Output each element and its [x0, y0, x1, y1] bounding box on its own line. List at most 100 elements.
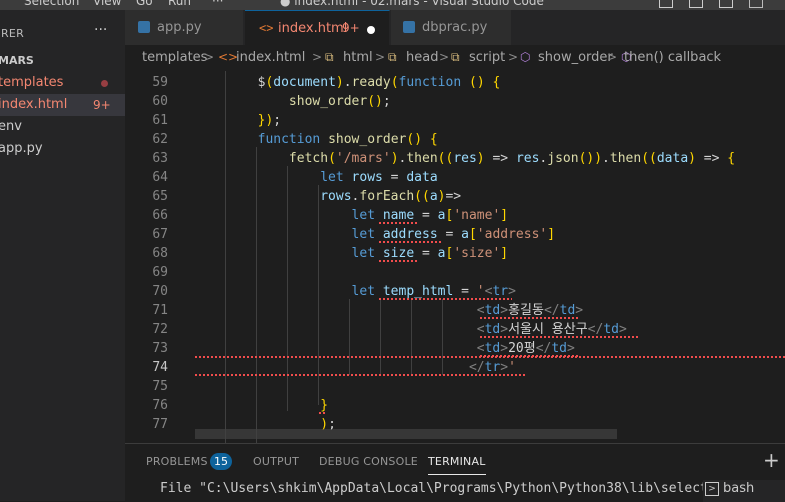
editor-tabs: app.py <> index.html 9+ dbprac.py: [125, 10, 785, 46]
sidebar-item-templates[interactable]: templates: [0, 72, 125, 94]
line-number: 64: [152, 170, 168, 185]
line-number: 77: [152, 417, 168, 432]
shell-label: bash: [723, 481, 755, 496]
error-squiggle: [379, 222, 419, 224]
tab-label: dbprac.py: [422, 20, 488, 35]
tab-output[interactable]: OUTPUT: [253, 455, 299, 468]
new-terminal-plus-icon[interactable]: +: [763, 448, 780, 472]
tab-label: app.py: [157, 20, 202, 35]
explorer-sidebar: ORER ··· MARS templates index.html 9+ en…: [0, 10, 125, 501]
breadcrumb-show-order[interactable]: show_order: [538, 50, 613, 65]
code-line: function show_order() {: [257, 132, 438, 147]
sidebar-item-label: env: [0, 119, 22, 134]
breadcrumb-index-html[interactable]: index.html: [236, 50, 305, 65]
code-line: $(document).ready(function () {: [195, 75, 501, 90]
menu-view[interactable]: View: [93, 0, 121, 8]
terminal-shell-selector[interactable]: > bash: [703, 480, 785, 502]
tag-icon: ⧉: [451, 50, 460, 64]
line-number: 70: [152, 284, 168, 299]
modified-dot-icon: [101, 80, 108, 87]
sidebar-item-mars[interactable]: MARS: [0, 50, 125, 72]
tab-debug-console[interactable]: DEBUG CONSOLE: [319, 455, 418, 468]
menu-go[interactable]: Go: [136, 0, 153, 8]
method-icon: ⬡: [520, 50, 531, 64]
line-number: 75: [152, 379, 168, 394]
breadcrumb-separator-icon: >: [508, 50, 519, 64]
tab-app-py[interactable]: app.py: [125, 10, 244, 45]
breadcrumb-separator-icon: >: [312, 50, 323, 64]
breadcrumb-head[interactable]: head: [406, 50, 438, 65]
tag-icon: ⧉: [325, 50, 334, 64]
tag-icon: ⧉: [388, 50, 397, 64]
line-number: 67: [152, 227, 168, 242]
menu-more[interactable]: ···: [212, 0, 223, 8]
error-squiggle: [480, 317, 580, 319]
explorer-title: ORER: [0, 27, 25, 40]
error-squiggle: [379, 241, 443, 243]
title-bar: Selection View Go Run ··· ● index.html -…: [0, 0, 785, 10]
tab-terminal[interactable]: TERMINAL: [428, 455, 486, 475]
more-actions-icon[interactable]: ···: [94, 22, 107, 38]
tab-dbprac-py[interactable]: dbprac.py: [391, 10, 512, 45]
horizontal-scrollbar[interactable]: [195, 429, 617, 439]
problem-badge: 9+: [93, 98, 111, 112]
line-number-current: 74: [152, 360, 168, 375]
line-number: 62: [152, 132, 168, 147]
code-editor[interactable]: 59 60 61 62 63 64 65 66 67 68 69 70 71 7…: [125, 71, 785, 443]
tab-problem-badge: 9+: [342, 21, 360, 35]
tab-label: index.html: [278, 21, 348, 36]
layout-panel-icon[interactable]: [689, 0, 703, 8]
terminal-output[interactable]: File "C:\Users\shkim\AppData\Local\Progr…: [160, 481, 731, 496]
window-title: ● index.html - 02.mars - Visual Studio C…: [280, 0, 544, 8]
code-line: let name = a['name']: [351, 208, 509, 223]
menu-run[interactable]: Run: [168, 0, 191, 8]
line-number: 73: [152, 341, 168, 356]
line-number: 71: [152, 303, 168, 318]
window-controls: [645, 0, 785, 10]
breadcrumb-script[interactable]: script: [469, 50, 505, 65]
line-number: 68: [152, 246, 168, 261]
breadcrumb-then-callback[interactable]: then() callback: [624, 50, 721, 65]
sidebar-item-label: templates: [0, 75, 64, 90]
problems-count-badge: 15: [210, 453, 232, 470]
code-line: rows.forEach((a)=>: [320, 189, 462, 204]
sidebar-item-label: app.py: [0, 141, 43, 156]
breadcrumb-separator-icon: >: [439, 50, 450, 64]
sidebar-item-app-py[interactable]: app.py: [0, 138, 125, 160]
html-file-icon: <>: [259, 21, 274, 35]
tab-index-html[interactable]: <> index.html 9+: [245, 10, 390, 46]
code-line: let address = a['address']: [351, 227, 556, 242]
sidebar-item-index-html[interactable]: index.html 9+: [0, 94, 125, 116]
sidebar-item-env[interactable]: env: [0, 116, 125, 138]
line-number: 66: [152, 208, 168, 223]
tab-problems[interactable]: PROBLEMS: [146, 455, 208, 468]
layout-sidebar-icon[interactable]: [659, 0, 673, 8]
breadcrumb-templates[interactable]: templates: [142, 50, 207, 65]
line-number: 63: [152, 151, 168, 166]
line-number: 69: [152, 265, 168, 280]
breadcrumb-separator-icon: >: [375, 50, 386, 64]
line-number: 61: [152, 113, 168, 128]
unsaved-dot-icon[interactable]: [367, 26, 375, 34]
layout-editor-icon[interactable]: [719, 0, 733, 8]
db-file-icon: [403, 21, 415, 33]
line-number: 59: [152, 75, 168, 90]
sidebar-item-label: MARS: [0, 54, 34, 67]
code-line: fetch('/mars').then((res) => res.json())…: [288, 151, 736, 166]
breadcrumb: templates > <> index.html > ⧉ html > ⧉ h…: [125, 45, 785, 71]
breadcrumb-html[interactable]: html: [343, 50, 373, 65]
layout-custom-icon[interactable]: [749, 0, 763, 8]
line-number: 65: [152, 189, 168, 204]
code-line: let size = a['size']: [351, 246, 509, 261]
menu-selection[interactable]: Selection: [24, 0, 79, 8]
error-squiggle: [480, 336, 640, 338]
line-number: 60: [152, 94, 168, 109]
py-file-icon: [138, 21, 150, 33]
terminal-icon: >: [705, 482, 719, 496]
code-line: show_order();: [288, 94, 391, 109]
error-squiggle: [195, 356, 785, 358]
sidebar-item-label: index.html: [0, 97, 68, 112]
error-squiggle: [195, 374, 525, 376]
code-line: let rows = data: [320, 170, 438, 185]
line-number: 72: [152, 322, 168, 337]
